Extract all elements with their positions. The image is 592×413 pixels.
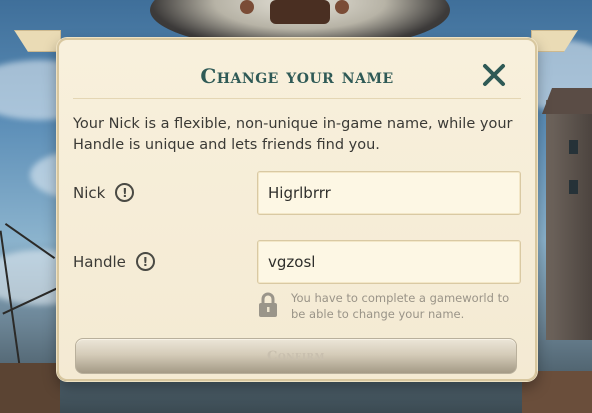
nick-label: Nick (73, 183, 106, 202)
handle-input[interactable] (257, 240, 521, 284)
handle-info-icon[interactable]: ! (135, 252, 155, 271)
lock-notice-text: You have to complete a gameworld to be a… (291, 291, 510, 321)
dialog-description: Your Nick is a flexible, non-unique in-g… (73, 116, 513, 153)
handle-label: Handle (73, 252, 126, 271)
confirm-button[interactable]: Confirm (75, 338, 517, 374)
nick-label-row: Nick ! (73, 183, 135, 202)
title-divider (73, 98, 521, 99)
close-button[interactable] (479, 60, 509, 90)
handle-label-row: Handle ! (73, 252, 155, 271)
nick-input[interactable] (257, 171, 521, 215)
dialog-title: Change your name (200, 64, 394, 88)
close-x-icon (483, 64, 505, 86)
lock-notice: You have to complete a gameworld to be a… (257, 290, 521, 322)
nick-info-icon[interactable]: ! (115, 183, 135, 202)
lock-icon (259, 292, 277, 317)
change-name-dialog: Change your name Your Nick is a flexible… (57, 38, 537, 381)
